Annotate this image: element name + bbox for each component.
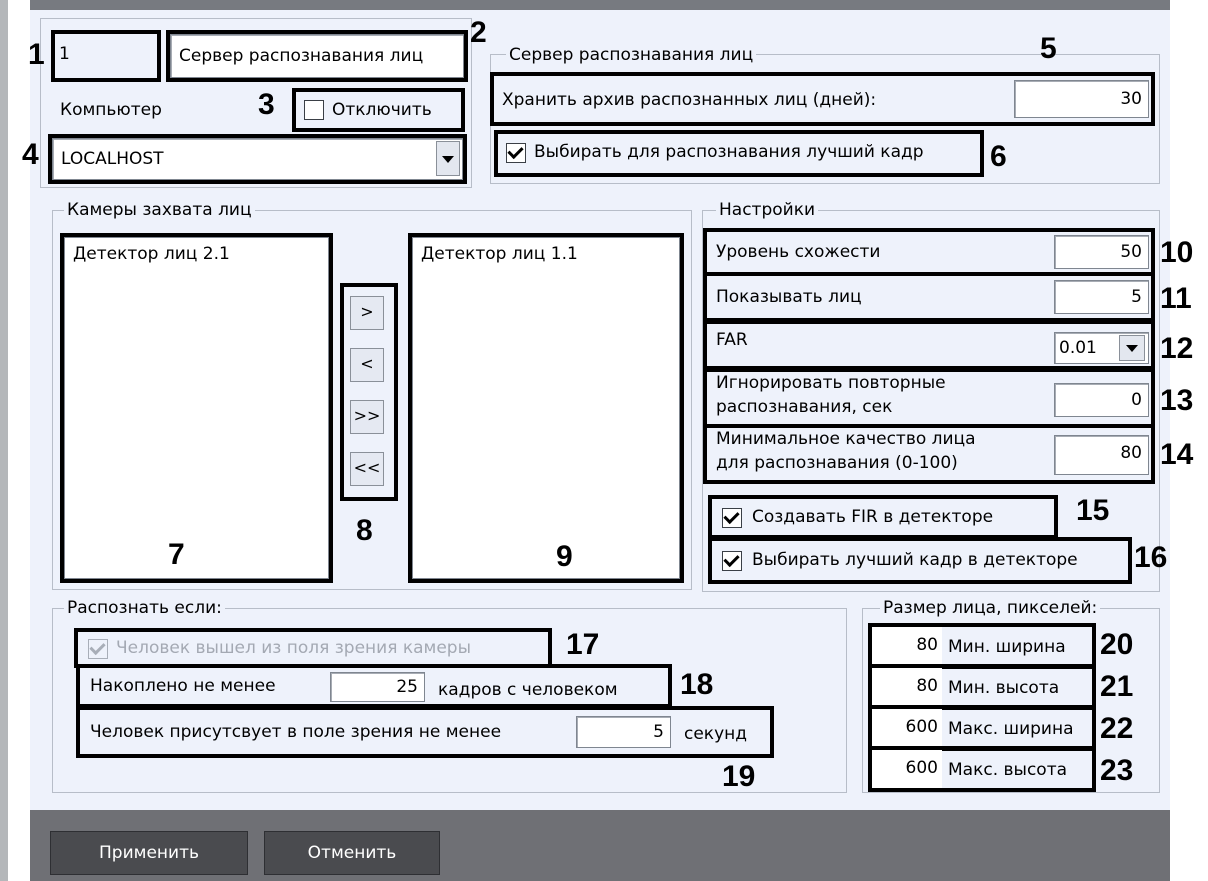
- left-edge-strip: [0, 0, 8, 881]
- best-frame-detector-row[interactable]: Выбирать лучший кадр в детекторе: [722, 548, 1127, 574]
- recognition-server-legend: Сервер распознавания лиц: [506, 45, 757, 65]
- best-frame-row[interactable]: Выбирать для распознавания лучший кадр: [506, 140, 976, 166]
- remove-all-cameras-button[interactable]: <<: [350, 452, 384, 486]
- callout-19: 19: [722, 760, 756, 793]
- callout-17: 17: [566, 628, 600, 661]
- server-id-field[interactable]: 1: [55, 34, 157, 78]
- left-view-row: Человек вышел из поля зрения камеры: [88, 636, 548, 662]
- show-faces-input[interactable]: 5: [1054, 280, 1149, 314]
- accumulated-input[interactable]: 25: [330, 672, 425, 702]
- keep-archive-label: Хранить архив распознанных лиц (дней):: [502, 90, 877, 110]
- top-edge-bar: [30, 0, 1170, 10]
- disable-label: Отключить: [332, 100, 432, 120]
- callout-18: 18: [680, 668, 714, 701]
- available-cameras-list[interactable]: Детектор лиц 2.1: [64, 237, 329, 579]
- callout-5: 5: [1040, 32, 1057, 65]
- callout-22: 22: [1100, 712, 1134, 745]
- left-view-label: Человек вышел из поля зрения камеры: [116, 638, 472, 658]
- callout-21: 21: [1100, 670, 1134, 703]
- computer-select-dropdown[interactable]: [436, 141, 460, 176]
- callout-3: 3: [258, 88, 275, 121]
- callout-11: 11: [1160, 282, 1192, 315]
- min-height-label: Мин. высота: [948, 678, 1060, 698]
- show-faces-label: Показывать лиц: [716, 287, 862, 307]
- callout-8: 8: [356, 514, 373, 547]
- max-width-label: Макс. ширина: [948, 719, 1074, 739]
- left-view-checkbox: [88, 639, 108, 659]
- best-frame-label: Выбирать для распознавания лучший кадр: [534, 142, 924, 162]
- computer-select-value: LOCALHOST: [61, 149, 164, 169]
- callout-16: 16: [1134, 541, 1168, 574]
- create-fir-checkbox[interactable]: [722, 508, 742, 528]
- selected-cameras-list[interactable]: Детектор лиц 1.1: [412, 237, 680, 579]
- callout-14: 14: [1160, 438, 1194, 471]
- callout-23: 23: [1100, 754, 1134, 787]
- present-prefix: Человек присутсвует в поле зрения не мен…: [90, 722, 502, 742]
- far-select-value: 0.01: [1059, 338, 1097, 358]
- best-frame-detector-checkbox[interactable]: [722, 551, 742, 571]
- present-suffix: секунд: [684, 724, 748, 744]
- max-height-label: Макс. высота: [948, 760, 1068, 780]
- max-width-input[interactable]: 600: [872, 709, 942, 747]
- similarity-input[interactable]: 50: [1054, 235, 1149, 269]
- settings-legend: Настройки: [716, 200, 819, 220]
- server-name-field[interactable]: Сервер распознавания лиц: [170, 34, 464, 78]
- accumulated-prefix: Накоплено не менее: [90, 676, 276, 696]
- computer-label: Компьютер: [60, 100, 162, 120]
- cameras-legend: Камеры захвата лиц: [64, 200, 255, 220]
- accumulated-suffix: кадров с человеком: [438, 680, 618, 700]
- ignore-repeat-label-line1: Игнорировать повторные: [716, 373, 946, 393]
- far-select-dropdown[interactable]: [1119, 335, 1145, 361]
- ignore-repeat-input[interactable]: 0: [1054, 383, 1149, 417]
- callout-2: 2: [470, 16, 487, 49]
- callout-6: 6: [990, 140, 1007, 173]
- best-frame-detector-label: Выбирать лучший кадр в детекторе: [752, 550, 1078, 570]
- far-label: FAR: [716, 330, 748, 350]
- disable-checkbox-row[interactable]: Отключить: [304, 98, 464, 124]
- max-height-input[interactable]: 600: [872, 750, 942, 788]
- min-width-input[interactable]: 80: [872, 627, 942, 665]
- keep-archive-input[interactable]: 30: [1014, 80, 1149, 118]
- cancel-button[interactable]: Отменить: [264, 831, 440, 875]
- create-fir-label: Создавать FIR в детекторе: [752, 507, 994, 527]
- callout-10: 10: [1160, 236, 1194, 269]
- callout-9: 9: [556, 540, 573, 573]
- callout-12: 12: [1160, 332, 1194, 365]
- callout-4: 4: [22, 138, 39, 171]
- selected-camera-item[interactable]: Детектор лиц 1.1: [421, 242, 671, 266]
- callout-20: 20: [1100, 628, 1134, 661]
- callout-13: 13: [1160, 384, 1194, 417]
- face-size-legend: Размер лица, пикселей:: [880, 598, 1101, 618]
- min-width-label: Мин. ширина: [948, 637, 1066, 657]
- present-input[interactable]: 5: [576, 716, 671, 748]
- recognize-if-legend: Распознать если:: [64, 598, 225, 618]
- available-camera-item[interactable]: Детектор лиц 2.1: [73, 242, 320, 266]
- min-quality-label-line1: Минимальное качество лица: [716, 429, 976, 449]
- min-quality-input[interactable]: 80: [1054, 435, 1149, 475]
- min-height-input[interactable]: 80: [872, 668, 942, 706]
- ignore-repeat-label-line2: распознавания, сек: [716, 397, 893, 417]
- add-camera-button[interactable]: >: [350, 296, 384, 330]
- apply-button[interactable]: Применить: [50, 831, 248, 875]
- callout-7: 7: [168, 538, 185, 571]
- similarity-label: Уровень схожести: [716, 242, 881, 262]
- best-frame-checkbox[interactable]: [506, 143, 526, 163]
- computer-select[interactable]: LOCALHOST: [52, 138, 463, 180]
- create-fir-row[interactable]: Создавать FIR в детекторе: [722, 505, 1052, 531]
- callout-1: 1: [28, 38, 45, 71]
- callout-15: 15: [1076, 494, 1110, 527]
- add-all-cameras-button[interactable]: >>: [350, 400, 384, 434]
- min-quality-label-line2: для распознавания (0-100): [716, 453, 958, 473]
- remove-camera-button[interactable]: <: [350, 348, 384, 382]
- disable-checkbox[interactable]: [304, 100, 324, 120]
- chevron-down-icon: [442, 155, 454, 163]
- chevron-down-icon: [1126, 345, 1138, 352]
